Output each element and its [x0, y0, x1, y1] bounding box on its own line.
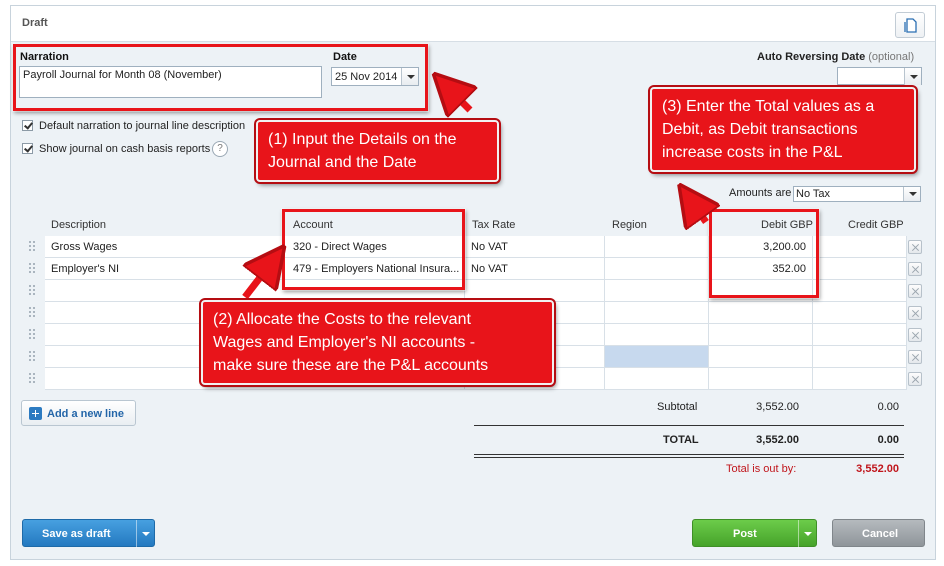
- callout-step-2: (2) Allocate the Costs to the relevant W…: [201, 300, 554, 385]
- callout-1-line: Journal and the Date: [268, 154, 417, 171]
- arrow-1: [448, 88, 470, 110]
- callout-step-1: (1) Input the Details on the Journal and…: [256, 120, 499, 182]
- callout-3-line: Debit, as Debit transactions: [662, 121, 858, 138]
- callout-step-3: (3) Enter the Total values as a Debit, a…: [650, 87, 916, 172]
- callout-2-line: make sure these are the P&L accounts: [213, 357, 489, 374]
- callout-3-line: (3) Enter the Total values as a: [662, 98, 875, 115]
- arrow-3: [691, 201, 706, 222]
- callout-3-line: increase costs in the P&L: [662, 144, 843, 161]
- callout-2-line: Wages and Employer's NI accounts -: [213, 334, 476, 351]
- callout-2-line: (2) Allocate the Costs to the relevant: [213, 311, 471, 328]
- arrow-2: [242, 262, 272, 300]
- callout-1-line: (1) Input the Details on the: [268, 131, 457, 148]
- annotation-arrows: [242, 0, 944, 300]
